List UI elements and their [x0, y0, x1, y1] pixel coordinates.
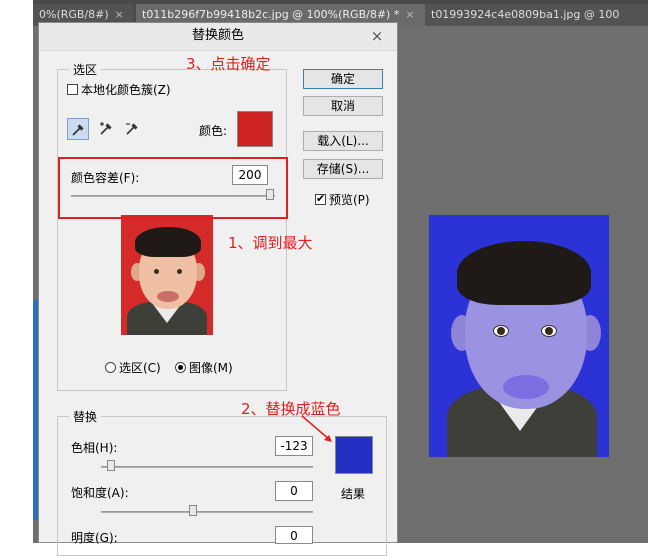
radio-selection[interactable]: [105, 362, 116, 373]
hue-label: 色相(H):: [71, 441, 118, 455]
hue-slider-track[interactable]: [101, 466, 313, 468]
replace-color-dialog: 替换颜色 × 选区 本地化颜色簇(Z) 颜色: 颜色容差(F): 200 选区(…: [38, 22, 398, 556]
localized-clusters-checkbox[interactable]: [67, 84, 78, 95]
pupil-right: [177, 269, 182, 274]
result-label: 结果: [341, 487, 366, 501]
lips: [503, 375, 549, 399]
pupil-right: [545, 327, 553, 335]
lips: [157, 291, 179, 302]
localized-clusters-label: 本地化颜色簇(Z): [81, 83, 171, 97]
saturation-slider-track[interactable]: [101, 511, 313, 513]
document-tab-3[interactable]: t01993924c4e0809ba1.jpg @ 100: [425, 4, 648, 26]
saturation-input[interactable]: 0: [275, 481, 313, 501]
eyedropper-icon[interactable]: [67, 118, 89, 140]
color-label: 颜色:: [199, 124, 228, 138]
tab-close-icon[interactable]: ×: [405, 8, 414, 21]
radio-selection-label: 选区(C): [119, 361, 161, 375]
cancel-button[interactable]: 取消: [303, 96, 383, 116]
ok-button[interactable]: 确定: [303, 69, 383, 89]
result-color-swatch[interactable]: [335, 436, 373, 474]
tab-label: t011b296f7b99418b2c.jpg @ 100%(RGB/8#) *: [142, 8, 400, 21]
pupil-left: [154, 269, 159, 274]
preview-checkbox[interactable]: [315, 192, 326, 205]
eyedropper-minus-icon[interactable]: [121, 118, 143, 140]
saturation-slider-thumb[interactable]: [189, 505, 197, 516]
saturation-label: 饱和度(A):: [71, 486, 129, 500]
canvas-result-image: [429, 215, 609, 457]
tab-label: 0%(RGB/8#): [39, 8, 109, 21]
selection-color-swatch[interactable]: [237, 111, 273, 147]
radio-image-label: 图像(M): [189, 361, 233, 375]
save-button[interactable]: 存储(S)...: [303, 159, 383, 179]
dialog-title: 替换颜色: [191, 28, 244, 43]
hair: [457, 241, 591, 305]
annotation-step1: 1、调到最大: [228, 234, 313, 252]
tab-label: t01993924c4e0809ba1.jpg @ 100: [431, 8, 620, 21]
highlight-box: [58, 157, 288, 219]
radio-image[interactable]: [175, 362, 186, 373]
lightness-input[interactable]: 0: [275, 526, 313, 544]
annotation-step3: 3、点击确定: [186, 55, 271, 73]
selection-preview-image: [121, 215, 213, 335]
preview-label: 预览(P): [329, 193, 370, 207]
load-button[interactable]: 载入(L)...: [303, 131, 383, 151]
dialog-title-bar: 替换颜色: [39, 23, 397, 51]
replacement-group-title: 替换: [69, 408, 102, 425]
lightness-label: 明度(G):: [71, 531, 118, 545]
hair: [135, 227, 201, 257]
hue-slider-thumb[interactable]: [107, 460, 115, 471]
selection-group-title: 选区: [69, 61, 102, 78]
close-icon[interactable]: ×: [363, 26, 391, 48]
eyedropper-plus-icon[interactable]: [95, 118, 117, 140]
pupil-left: [497, 327, 505, 335]
tab-close-icon[interactable]: ×: [115, 8, 124, 21]
arrow-icon: [301, 415, 332, 442]
